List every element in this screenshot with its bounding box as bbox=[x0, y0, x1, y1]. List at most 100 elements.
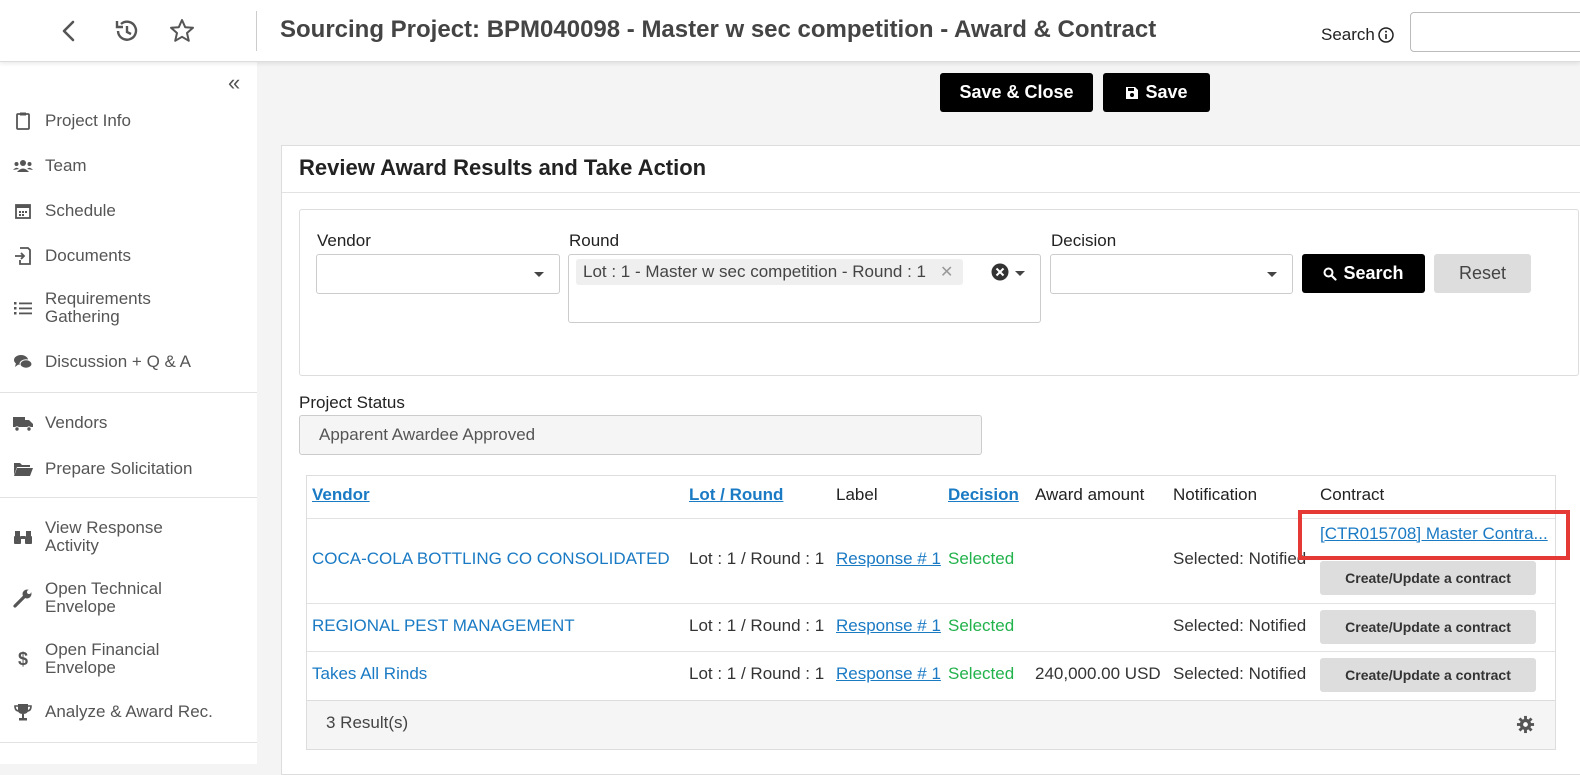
decision-filter-label: Decision bbox=[1051, 231, 1117, 250]
topbar-divider bbox=[256, 11, 257, 51]
column-header-lot-round[interactable]: Lot / Round bbox=[689, 485, 783, 505]
sidebar-item-label: Open Financial Envelope bbox=[45, 640, 160, 677]
global-search-input[interactable] bbox=[1410, 12, 1580, 52]
document-import-icon bbox=[15, 247, 31, 265]
sidebar-item-label: Prepare Solicitation bbox=[45, 459, 193, 478]
sidebar-item-analyze-award[interactable]: Analyze & Award Rec. bbox=[0, 701, 257, 723]
sidebar-item-open-financial-envelope[interactable]: $ Open Financial Envelope bbox=[0, 641, 257, 677]
star-icon[interactable] bbox=[168, 17, 196, 45]
sidebar-item-discussion[interactable]: Discussion + Q & A bbox=[0, 351, 257, 373]
sidebar-item-schedule[interactable]: Schedule bbox=[0, 200, 257, 222]
lot-round-cell: Lot : 1 / Round : 1 bbox=[689, 616, 825, 635]
search-button-label: Search bbox=[1343, 263, 1404, 283]
lot-round-cell: Lot : 1 / Round : 1 bbox=[689, 664, 825, 683]
sidebar-item-label: Schedule bbox=[45, 201, 116, 220]
notification-cell: Selected: Notified bbox=[1173, 616, 1307, 635]
notification-cell: Selected: Notified bbox=[1173, 549, 1307, 568]
award-amount-cell: 240,000.00 USD bbox=[1035, 664, 1161, 683]
users-icon bbox=[13, 160, 33, 172]
contract-link[interactable]: [CTR015708] Master Contra... bbox=[1320, 524, 1548, 544]
save-button-label: Save bbox=[1145, 82, 1188, 102]
save-button[interactable]: Save bbox=[1103, 73, 1210, 112]
sidebar-item-documents[interactable]: Documents bbox=[0, 245, 257, 267]
history-icon[interactable] bbox=[113, 17, 141, 45]
column-header-label: Label bbox=[836, 485, 878, 504]
row-divider bbox=[307, 651, 1555, 652]
lot-round-cell: Lot : 1 / Round : 1 bbox=[689, 549, 825, 568]
round-filter-label: Round bbox=[569, 231, 620, 250]
back-icon[interactable] bbox=[55, 17, 83, 45]
sidebar-item-label: Open Technical Envelope bbox=[45, 579, 162, 616]
decision-cell: Selected bbox=[948, 549, 1015, 568]
vendor-link[interactable]: Takes All Rinds bbox=[312, 664, 427, 684]
create-update-contract-button[interactable]: Create/Update a contract bbox=[1320, 561, 1536, 595]
chevron-down-icon bbox=[534, 272, 544, 277]
create-update-contract-button[interactable]: Create/Update a contract bbox=[1320, 610, 1536, 644]
collapse-sidebar-icon[interactable]: « bbox=[228, 72, 240, 94]
column-header-vendor[interactable]: Vendor bbox=[312, 485, 370, 505]
search-icon bbox=[1323, 267, 1338, 281]
search-button[interactable]: Search bbox=[1302, 254, 1425, 293]
comments-icon bbox=[14, 355, 33, 369]
calendar-icon bbox=[15, 204, 31, 219]
chevron-down-icon bbox=[1015, 271, 1025, 276]
vendor-select[interactable] bbox=[316, 254, 560, 294]
search-label: Search bbox=[1321, 25, 1375, 44]
round-chip-label: Lot : 1 - Master w sec competition - Rou… bbox=[583, 262, 926, 281]
vendor-link[interactable]: REGIONAL PEST MANAGEMENT bbox=[312, 616, 575, 636]
sidebar-item-label: Team bbox=[45, 156, 87, 175]
panel-divider bbox=[282, 192, 1580, 193]
create-update-contract-button[interactable]: Create/Update a contract bbox=[1320, 658, 1536, 692]
column-header-notification: Notification bbox=[1173, 485, 1258, 504]
page-title: Sourcing Project: BPM040098 - Master w s… bbox=[280, 16, 1157, 43]
sidebar-divider bbox=[0, 497, 257, 498]
response-link[interactable]: Response # 1 bbox=[836, 549, 941, 569]
project-status-field: Apparent Awardee Approved bbox=[299, 415, 982, 455]
gear-icon[interactable] bbox=[1516, 715, 1535, 734]
clear-selection-icon[interactable] bbox=[991, 263, 1009, 281]
table-footer bbox=[307, 700, 1555, 749]
save-close-button[interactable]: Save & Close bbox=[940, 73, 1093, 112]
top-bar: Sourcing Project: BPM040098 - Master w s… bbox=[0, 0, 1580, 62]
vendor-link[interactable]: COCA-COLA BOTTLING CO CONSOLIDATED bbox=[312, 549, 670, 569]
column-header-decision[interactable]: Decision bbox=[948, 485, 1019, 505]
decision-cell: Selected bbox=[948, 664, 1015, 683]
decision-select[interactable] bbox=[1050, 254, 1293, 294]
reset-button[interactable]: Reset bbox=[1434, 254, 1531, 293]
sidebar-item-label: Analyze & Award Rec. bbox=[45, 702, 213, 721]
result-count: 3 Result(s) bbox=[326, 713, 409, 732]
sidebar-item-label: Vendors bbox=[45, 413, 108, 432]
dollar-icon: $ bbox=[17, 648, 28, 669]
sidebar-item-project-info[interactable]: Project Info bbox=[0, 110, 257, 132]
decision-cell: Selected bbox=[948, 616, 1015, 635]
floppy-disk-icon bbox=[1126, 86, 1139, 99]
sidebar-item-view-response-activity[interactable]: View Response Activity bbox=[0, 519, 257, 555]
row-divider bbox=[307, 603, 1555, 604]
sidebar-item-team[interactable]: Team bbox=[0, 155, 257, 177]
folder-open-icon bbox=[14, 463, 33, 476]
sidebar-item-requirements-gathering[interactable]: Requirements Gathering bbox=[0, 290, 257, 326]
table-header-divider bbox=[307, 518, 1555, 519]
notification-cell: Selected: Notified bbox=[1173, 664, 1307, 683]
sidebar-item-label: View Response Activity bbox=[45, 518, 163, 555]
info-icon[interactable] bbox=[1378, 27, 1394, 43]
chevron-down-icon bbox=[1267, 272, 1277, 277]
sidebar-divider bbox=[0, 742, 257, 743]
sidebar-divider bbox=[0, 392, 257, 393]
sidebar-item-open-technical-envelope[interactable]: Open Technical Envelope bbox=[0, 580, 257, 616]
clipboard-icon bbox=[16, 112, 30, 130]
response-link[interactable]: Response # 1 bbox=[836, 664, 941, 684]
round-chip: Lot : 1 - Master w sec competition - Rou… bbox=[576, 259, 964, 285]
truck-icon bbox=[13, 417, 33, 432]
sidebar-item-label: Discussion + Q & A bbox=[45, 352, 191, 371]
sidebar-item-prepare-solicitation[interactable]: Prepare Solicitation bbox=[0, 458, 257, 480]
sidebar-item-vendors[interactable]: Vendors bbox=[0, 412, 257, 434]
column-header-contract: Contract bbox=[1320, 485, 1385, 504]
binoculars-icon bbox=[14, 531, 32, 544]
remove-chip-icon[interactable]: ✕ bbox=[940, 262, 953, 282]
sidebar-item-label: Documents bbox=[45, 246, 131, 265]
list-icon bbox=[14, 302, 32, 315]
panel-title: Review Award Results and Take Action bbox=[299, 155, 707, 180]
column-header-award-amount: Award amount bbox=[1035, 485, 1145, 504]
response-link[interactable]: Response # 1 bbox=[836, 616, 941, 636]
